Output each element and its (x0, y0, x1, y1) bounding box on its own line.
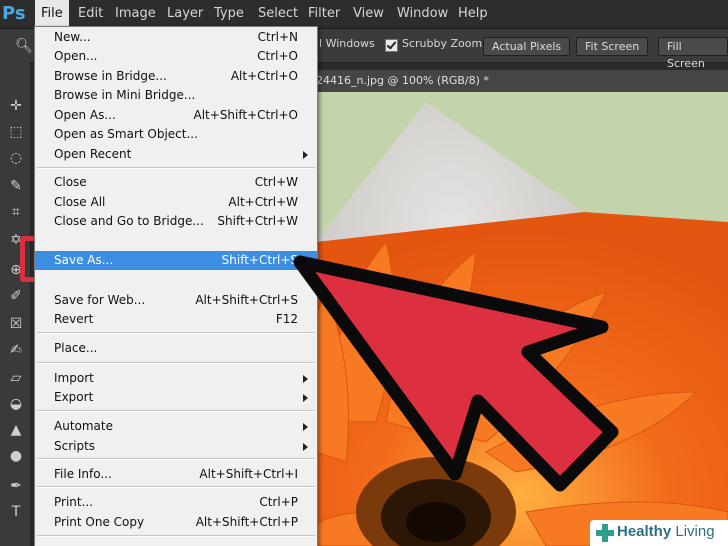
menu-item-close-and-go-to-bridge[interactable]: Close and Go to Bridge... Shift+Ctrl+W (35, 212, 317, 231)
quick-select-tool-icon[interactable]: ✎ (6, 176, 26, 196)
menu-bar: Ps File Edit Image Layer Type Select Fil… (0, 0, 728, 29)
history-brush-tool-icon[interactable]: ✍ (6, 340, 26, 360)
menu-type[interactable]: Type (208, 0, 250, 28)
menu-item-print[interactable]: Print... Ctrl+P (35, 493, 317, 512)
menu-item-open[interactable]: Open... Ctrl+O (35, 47, 317, 66)
healthy-living-watermark: Healthy Living (590, 520, 728, 546)
menu-item-scripts[interactable]: Scripts (35, 437, 317, 456)
actual-pixels-button[interactable]: Actual Pixels (483, 37, 571, 56)
menu-item-save-as[interactable]: Save As... Shift+Ctrl+S (35, 251, 317, 270)
fit-screen-button[interactable]: Fit Screen (576, 37, 649, 56)
menu-window[interactable]: Window (391, 0, 454, 28)
pen-tool-icon[interactable]: ✒ (6, 476, 26, 496)
submenu-arrow-icon (303, 443, 308, 451)
menu-item-print-one-copy[interactable]: Print One Copy Alt+Shift+Ctrl+P (35, 513, 317, 532)
menu-edit[interactable]: Edit (72, 0, 109, 28)
menu-help[interactable]: Help (452, 0, 494, 28)
submenu-arrow-icon (303, 151, 308, 159)
marquee-tool-icon[interactable]: ⬚ (6, 122, 26, 142)
photoshop-window: Ps File Edit Image Layer Type Select Fil… (0, 0, 728, 546)
tools-panel: ✛ ⬚ ◌ ✎ ⌗ ✡ ⊕ ✐ ☒ ✍ ▱ ◒ ▲ ● ✒ T (0, 62, 31, 546)
menu-item-browse-in-mini-bridge[interactable]: Browse in Mini Bridge... (35, 86, 317, 105)
photo-image (316, 92, 728, 546)
dodge-tool-icon[interactable]: ● (6, 446, 26, 466)
document-canvas[interactable] (316, 92, 728, 546)
menu-layer[interactable]: Layer (161, 0, 209, 28)
menu-image[interactable]: Image (109, 0, 162, 28)
menu-separator (37, 535, 315, 537)
menu-item-open-as[interactable]: Open As... Alt+Shift+Ctrl+O (35, 106, 317, 125)
submenu-arrow-icon (303, 394, 308, 402)
submenu-arrow-icon (303, 375, 308, 383)
scrubby-zoom-label: Scrubby Zoom (402, 37, 483, 50)
move-tool-icon[interactable]: ✛ (6, 96, 26, 116)
menu-item-save-for-web[interactable]: Save for Web... Alt+Shift+Ctrl+S (35, 291, 317, 310)
menu-select[interactable]: Select (252, 0, 304, 28)
menu-item-automate[interactable]: Automate (35, 417, 317, 436)
menu-view[interactable]: View (347, 0, 390, 28)
menu-item-new[interactable]: New... Ctrl+N (35, 28, 317, 47)
menu-item-close[interactable]: Close Ctrl+W (35, 173, 317, 192)
menu-filter[interactable]: Filter (302, 0, 346, 28)
menu-item-place[interactable]: Place... (35, 339, 317, 358)
menu-separator (37, 486, 315, 488)
menu-item-browse-in-bridge[interactable]: Browse in Bridge... Alt+Ctrl+O (35, 67, 317, 86)
menu-file[interactable]: File (35, 0, 69, 28)
submenu-arrow-icon (303, 423, 308, 431)
clone-stamp-tool-icon[interactable]: ☒ (6, 314, 26, 334)
menu-item-close-all[interactable]: Close All Alt+Ctrl+W (35, 193, 317, 212)
lasso-tool-icon[interactable]: ◌ (6, 148, 26, 168)
eraser-tool-icon[interactable]: ▱ (6, 368, 26, 388)
crop-tool-icon[interactable]: ⌗ (6, 202, 26, 222)
plus-logo-icon (596, 524, 614, 542)
all-windows-label[interactable]: ll Windows (316, 37, 375, 50)
document-tab[interactable]: 24416_n.jpg @ 100% (RGB/8) * (316, 70, 728, 92)
watermark-text: Healthy Living (617, 523, 715, 540)
photoshop-logo: Ps (2, 3, 26, 24)
menu-separator (37, 410, 315, 412)
menu-item-revert[interactable]: Revert F12 (35, 310, 317, 329)
zoom-icon[interactable]: 🔍︎ (14, 36, 34, 56)
scrubby-zoom-checkbox[interactable] (385, 39, 398, 52)
menu-separator (37, 167, 315, 169)
blur-tool-icon[interactable]: ▲ (6, 420, 26, 440)
menu-item-import[interactable]: Import (35, 369, 317, 388)
type-tool-icon[interactable]: T (6, 502, 26, 522)
menu-separator (37, 362, 315, 364)
brush-tool-icon[interactable]: ✐ (6, 286, 26, 306)
file-menu-dropdown: New... Ctrl+N Open... Ctrl+O Browse in Bri… (34, 26, 318, 546)
menu-separator (37, 332, 315, 334)
menu-separator (37, 458, 315, 460)
paint-bucket-tool-icon[interactable]: ◒ (6, 394, 26, 414)
document-tab-label: 24416_n.jpg @ 100% (RGB/8) * (316, 74, 489, 87)
menu-item-open-recent[interactable]: Open Recent (35, 145, 317, 164)
menu-item-open-as-smart-object[interactable]: Open as Smart Object... (35, 125, 317, 144)
menu-item-export[interactable]: Export (35, 388, 317, 407)
menu-item-file-info[interactable]: File Info... Alt+Shift+Ctrl+I (35, 465, 317, 484)
fill-screen-button[interactable]: Fill Screen (658, 37, 728, 70)
